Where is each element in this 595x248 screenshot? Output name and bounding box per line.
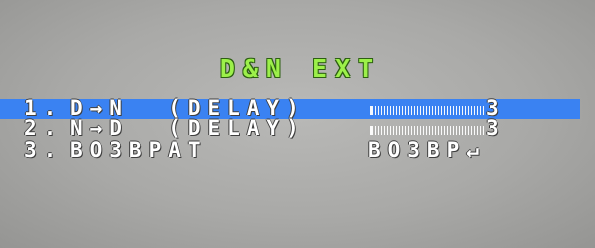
menu-item-label: N→D (DELAY) bbox=[70, 116, 306, 140]
slider-track bbox=[370, 106, 484, 115]
slider-track bbox=[370, 126, 484, 135]
menu-item-return[interactable]: 3. BO3BPAT BO3BP↵ bbox=[0, 138, 580, 162]
menu-item-number: 2. bbox=[24, 116, 64, 140]
return-enter-value[interactable]: BO3BP↵ bbox=[368, 138, 486, 162]
menu-item-label: BO3BPAT bbox=[70, 138, 208, 162]
menu-item-nd-delay[interactable]: 2. N→D (DELAY) 3 bbox=[0, 116, 580, 140]
menu-title: D&N EXT bbox=[219, 54, 382, 83]
delay-slider[interactable]: 3 bbox=[366, 116, 506, 140]
menu-item-number: 3. bbox=[24, 138, 64, 162]
slider-value: 3 bbox=[486, 116, 499, 140]
delay-slider[interactable]: 3 bbox=[366, 96, 506, 120]
